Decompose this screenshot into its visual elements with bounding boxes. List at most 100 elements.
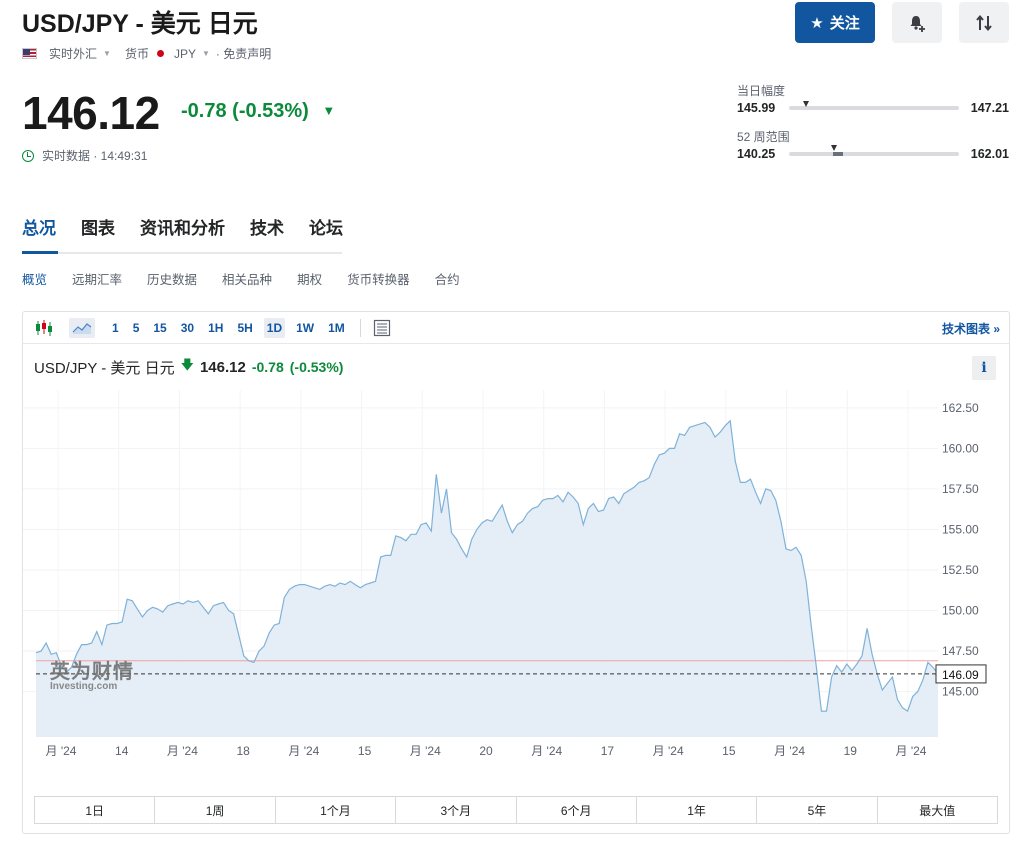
interval-15[interactable]: 15 [150,318,169,338]
x-tick-label: 月 '24 [531,744,562,758]
us-flag-icon [22,48,37,59]
clock-icon [22,149,34,162]
range-button[interactable]: 6个月 [517,797,637,823]
chart-header: USD/JPY - 美元 日元 🡇 146.12 -0.78 (-0.53%) [34,356,343,378]
interval-1d[interactable]: 1D [263,317,286,338]
down-triangle-icon: ▼ [322,103,336,118]
tab-news-analysis[interactable]: 资讯和分析 [140,214,225,255]
x-tick-label: 月 '24 [167,744,198,758]
y-tick-label: 145.00 [942,685,979,699]
chart-toolbar: 1 5 15 30 1H 5H 1D 1W 1M [23,312,1009,344]
realtime-label: 实时数据 · 14:49:31 [42,149,148,163]
last-price-label: 146.09 [942,668,979,682]
interval-30[interactable]: 30 [178,318,197,338]
chart-change: -0.78 [251,359,284,375]
y-tick-label: 162.50 [942,401,979,415]
candlestick-icon[interactable] [33,318,55,338]
y-tick-label: 157.50 [942,482,979,496]
week52-range-marker [831,145,838,151]
last-price: 146.12 [22,87,160,139]
range-button[interactable]: 1周 [155,797,276,823]
down-arrow-icon: 🡇 [180,357,194,372]
subtab-overview[interactable]: 概览 [22,269,47,288]
tab-forum[interactable]: 论坛 [309,214,343,255]
chart-instrument-name: USD/JPY - 美元 日元 [34,359,175,377]
subtab-contracts[interactable]: 合约 [435,269,460,288]
meta-currency[interactable]: JPY [174,47,196,61]
follow-button[interactable]: ★ 关注 [795,2,875,43]
add-alert-button[interactable] [892,2,942,43]
interval-1m[interactable]: 1M [325,318,348,338]
subtab-historical-data[interactable]: 历史数据 [147,269,197,288]
tab-technical[interactable]: 技术 [250,214,284,255]
meta-asset: 货币 [124,47,149,61]
subtab-options[interactable]: 期权 [297,269,322,288]
x-tick-label: 15 [722,744,736,758]
subtab-forward-rates[interactable]: 远期汇率 [72,269,122,288]
meta-type[interactable]: 实时外汇 [49,45,97,62]
chart-change-percent: (-0.53%) [289,359,344,375]
range-button[interactable]: 3个月 [396,797,517,823]
week52-range-high: 162.01 [970,147,1009,161]
range-button[interactable]: 1年 [637,797,758,823]
chevron-down-icon[interactable]: ▼ [103,49,111,58]
instrument-meta: 实时外汇 ▼ 货币 JPY ▼ · 免责声明 [22,45,271,62]
tab-chart[interactable]: 图表 [81,214,115,255]
x-tick-label: 月 '24 [774,744,805,758]
week52-range-low: 140.25 [737,147,776,161]
subtab-related[interactable]: 相关品种 [222,269,272,288]
x-tick-label: 月 '24 [46,744,77,758]
day-range-high: 147.21 [970,101,1009,115]
range-button[interactable]: 1个月 [276,797,397,823]
info-button[interactable]: i [972,356,996,380]
day-range-bar [789,101,959,110]
interval-1h[interactable]: 1H [205,318,226,338]
subtab-converter[interactable]: 货币转换器 [347,269,410,288]
y-tick-label: 147.50 [942,644,979,658]
x-tick-label: 14 [115,744,129,758]
table-view-icon[interactable] [371,318,393,338]
tab-overview[interactable]: 总况 [22,214,56,255]
y-tick-label: 155.00 [942,522,979,536]
day-range-label: 当日幅度 [737,84,786,98]
compare-button[interactable] [959,2,1009,43]
chart-price: 146.12 [199,358,246,376]
disclaimer-link[interactable]: · 免责声明 [216,45,271,62]
star-icon: ★ [810,14,824,32]
x-tick-label: 19 [844,744,858,758]
x-tick-label: 月 '24 [896,744,927,758]
week52-range-label: 52 周范围 [737,130,790,144]
bell-plus-icon [910,15,925,32]
y-tick-label: 160.00 [942,441,979,455]
area-chart-icon[interactable] [69,317,95,338]
change-value: -0.78 [181,100,227,122]
range-button[interactable]: 最大值 [878,797,997,823]
technical-chart-link[interactable]: 技术图表 » [942,320,1000,337]
price-change: -0.78 (-0.53%) ▼ [181,100,335,123]
swap-arrows-icon [976,14,992,31]
week52-range-bar [789,145,959,156]
x-tick-label: 月 '24 [288,744,319,758]
interval-5[interactable]: 5 [130,318,143,338]
range-button[interactable]: 5年 [757,797,878,823]
series-area [36,420,938,737]
time-range-selector: 1日 1周 1个月 3个月 6个月 1年 5年 最大值 [34,796,998,824]
x-tick-label: 17 [601,744,615,758]
realtime-status: 实时数据 · 14:49:31 [22,147,147,164]
investing-watermark-logo: 英为财情 Investing.com [50,655,134,692]
range-button[interactable]: 1日 [35,797,156,823]
chevron-down-icon[interactable]: ▼ [202,49,210,58]
interval-5h[interactable]: 5H [234,318,255,338]
price-area-chart[interactable]: 145.00 147.50 150.00 152.50 155.00 157.50 160.… [23,390,1009,765]
page-title: USD/JPY - 美元 日元 [22,10,258,38]
toolbar-divider [359,318,361,337]
day-range-marker [802,101,809,107]
interval-1w[interactable]: 1W [293,318,317,338]
info-icon: i [981,360,987,376]
follow-label: 关注 [829,15,860,32]
interval-selector: 1 5 15 30 1H 5H 1D 1W 1M [109,317,356,338]
watermark-cn: 英为财情 [50,661,134,683]
main-tabs: 总况 图表 资讯和分析 技术 论坛 [22,214,368,255]
x-tick-label: 15 [358,744,372,758]
interval-1[interactable]: 1 [109,318,122,338]
